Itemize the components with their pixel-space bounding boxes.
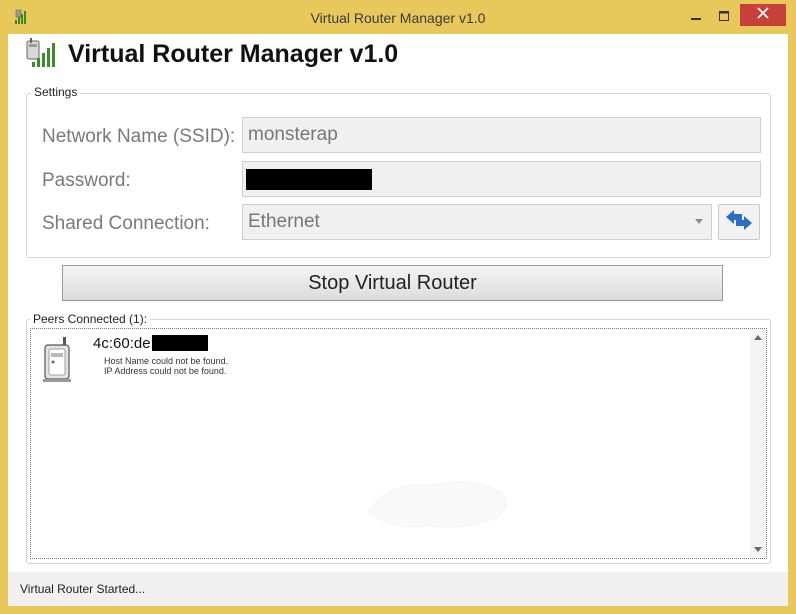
shared-connection-label: Shared Connection: — [42, 213, 210, 234]
password-label: Password: — [42, 170, 131, 191]
peers-legend: Peers Connected (1): — [30, 312, 151, 326]
settings-group: Settings Network Name (SSID): monsterap … — [26, 85, 771, 258]
window-title: Virtual Router Manager v1.0 — [310, 10, 486, 26]
maximize-button[interactable] — [714, 8, 734, 26]
device-icon — [41, 337, 75, 383]
settings-legend: Settings — [31, 85, 81, 99]
refresh-connections-button[interactable] — [718, 204, 760, 240]
chevron-down-icon — [695, 219, 703, 224]
watermark-icon — [349, 471, 519, 541]
ssid-label: Network Name (SSID): — [42, 126, 236, 147]
status-text: Virtual Router Started... — [20, 582, 146, 596]
peer-mac-address: 4c:60:de: — [93, 335, 155, 352]
ssid-input[interactable]: monsterap — [242, 117, 761, 153]
minimize-button[interactable] — [686, 8, 706, 26]
app-window: Virtual Router Manager v1.0 Virtual Rout… — [0, 0, 796, 614]
app-header: Virtual Router Manager v1.0 — [8, 34, 788, 74]
peers-list[interactable]: 4c:60:de: Host Name could not be found. … — [30, 328, 767, 559]
router-logo-icon — [24, 38, 56, 68]
password-input[interactable] — [242, 161, 761, 197]
title-bar[interactable]: Virtual Router Manager v1.0 — [0, 0, 796, 34]
client-area: Virtual Router Manager v1.0 Settings Net… — [8, 34, 788, 606]
status-bar: Virtual Router Started... — [8, 572, 788, 606]
list-item[interactable]: 4c:60:de: Host Name could not be found. … — [41, 335, 341, 383]
close-button[interactable] — [740, 4, 786, 26]
close-icon — [757, 6, 769, 24]
peers-group: Peers Connected (1): 4c:60:de: Host Name… — [26, 312, 771, 564]
app-title: Virtual Router Manager v1.0 — [68, 40, 399, 68]
refresh-icon — [724, 208, 754, 237]
peer-ip-address: IP Address could not be found. — [104, 366, 227, 376]
peer-mac-redaction — [152, 335, 208, 351]
stop-virtual-router-button[interactable]: Stop Virtual Router — [62, 265, 723, 301]
scroll-down-icon[interactable] — [754, 547, 762, 552]
scroll-up-icon[interactable] — [754, 335, 762, 340]
shared-connection-select[interactable]: Ethernet — [242, 204, 712, 240]
maximize-icon — [719, 8, 729, 26]
peer-host-name: Host Name could not be found. — [104, 356, 229, 366]
password-redaction — [246, 169, 372, 190]
shared-connection-value: Ethernet — [248, 211, 320, 232]
vertical-scrollbar[interactable] — [750, 329, 766, 558]
minimize-icon — [691, 8, 701, 26]
